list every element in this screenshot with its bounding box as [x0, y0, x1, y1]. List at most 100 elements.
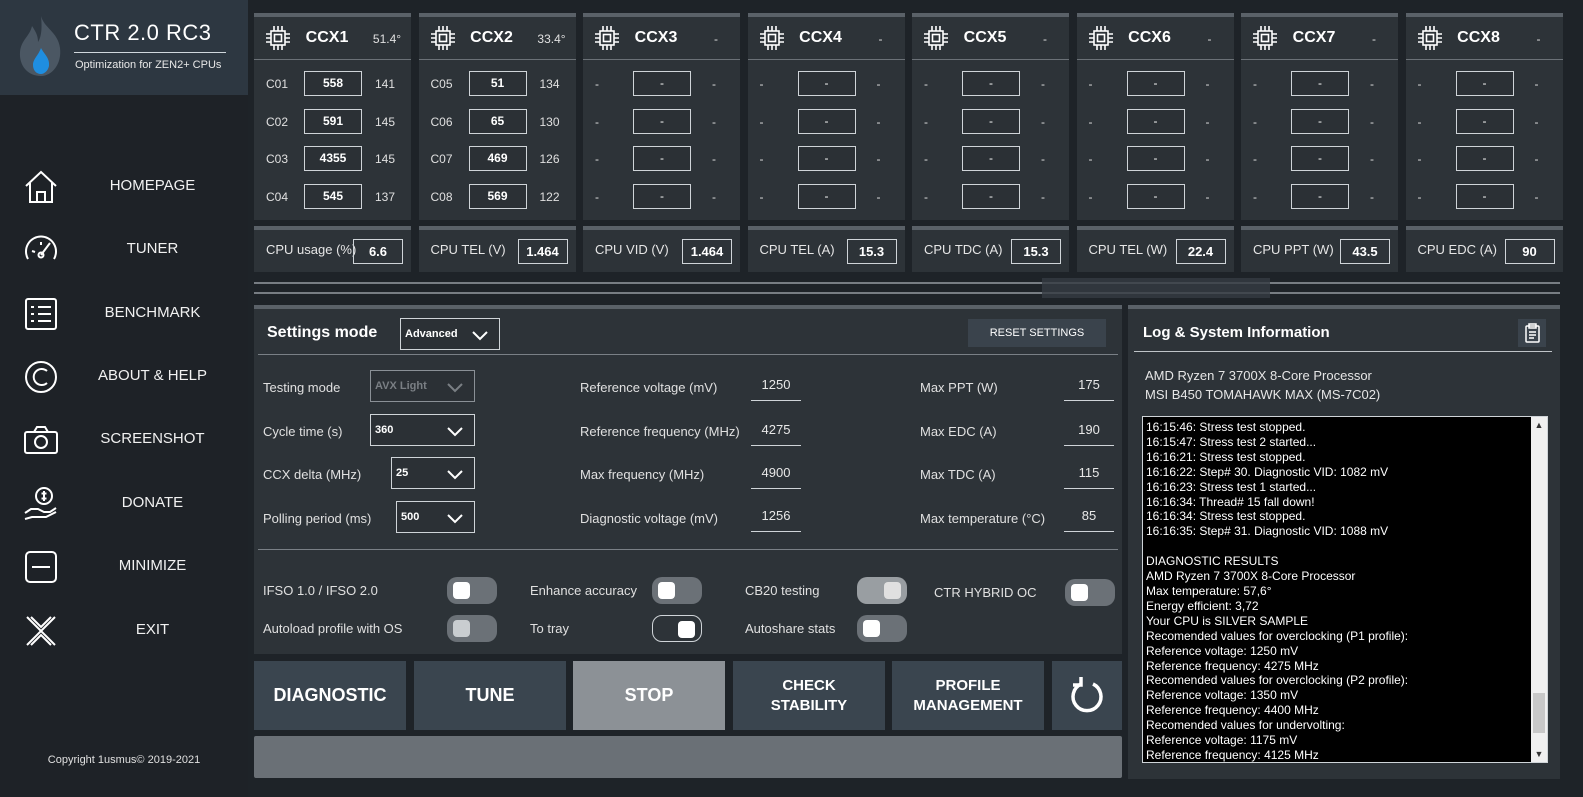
stat-value: 1.464 — [682, 239, 732, 264]
title-divider — [74, 52, 226, 53]
copy-log-button[interactable] — [1518, 319, 1546, 347]
cb20-testing-toggle[interactable] — [857, 577, 907, 604]
ccx-name: CCX4 — [799, 29, 842, 46]
nav-donate[interactable]: DONATE — [0, 475, 248, 531]
diagnostic-voltage-field[interactable]: 1256 — [751, 508, 801, 532]
core-label: - — [1253, 77, 1257, 91]
nav-label: BENCHMARK — [104, 304, 201, 321]
dropdown-value: AVX Light — [375, 380, 427, 392]
ccx-delta-label: CCX delta (MHz) — [263, 467, 362, 482]
scroll-thumb[interactable] — [1533, 693, 1545, 733]
nav-minimize[interactable]: MINIMIZE — [0, 538, 248, 594]
core-frequency-field: 65 — [468, 108, 527, 134]
core-label: - — [1253, 114, 1257, 129]
core-row: C03 4355 145 — [254, 146, 411, 172]
core-frequency-field: - — [1291, 146, 1349, 171]
core-row: --- — [748, 71, 905, 97]
max-ppt-field[interactable]: 175 — [1064, 377, 1114, 401]
settings-mode-dropdown[interactable]: Advanced — [400, 318, 500, 350]
tune-button[interactable]: TUNE — [414, 661, 566, 730]
dropdown-value: 25 — [396, 467, 409, 479]
core-label: - — [1088, 152, 1093, 166]
core-value: - — [712, 114, 716, 129]
stat-card: CPU usage (%) 6.6 — [254, 226, 411, 272]
ccx-name: CCX8 — [1457, 29, 1500, 46]
max-tdc-field[interactable]: 115 — [1064, 465, 1114, 489]
cycle-time-dropdown[interactable]: 360 — [370, 414, 475, 446]
nav-exit[interactable]: EXIT — [0, 602, 248, 658]
ccx-delta-dropdown[interactable]: 25 — [391, 457, 475, 489]
ccx-card-8: CCX8 - - - - - - - - - - - - - — [1405, 13, 1563, 220]
minimize-icon — [25, 551, 57, 583]
cb20-testing-label: CB20 testing — [745, 583, 820, 598]
ccx-header: CCX8 - — [1405, 17, 1563, 60]
stat-label: CPU VID (V) — [595, 242, 669, 257]
polling-period-dropdown[interactable]: 500 — [396, 501, 475, 533]
stop-button[interactable]: STOP — [573, 661, 725, 730]
core-value: - — [876, 77, 881, 91]
ccx-header: CCX3 - — [583, 17, 740, 60]
cpu-model-text: AMD Ryzen 7 3700X 8-Core Processor — [1145, 368, 1372, 383]
core-row: --- — [1406, 108, 1563, 135]
autoshare-stats-toggle[interactable] — [857, 615, 907, 642]
nav-screenshot[interactable]: SCREENSHOT — [0, 411, 248, 467]
ccx-header: CCX7 - — [1241, 17, 1398, 60]
core-value: 122 — [539, 189, 560, 204]
core-row: --- — [748, 108, 905, 135]
core-value: - — [1205, 152, 1210, 166]
stat-card: CPU TEL (A) 15.3 — [747, 226, 905, 272]
reset-settings-button[interactable]: RESET SETTINGS — [968, 319, 1106, 347]
core-frequency-field: - — [633, 71, 691, 96]
stat-label: CPU TEL (A) — [759, 242, 835, 257]
checklist-icon — [25, 298, 57, 330]
core-label: C04 — [266, 189, 289, 204]
testing-mode-dropdown[interactable]: AVX Light — [370, 370, 475, 402]
reference-frequency-field[interactable]: 4275 — [751, 422, 801, 446]
core-value: - — [1205, 77, 1210, 91]
toggle-knob — [658, 582, 675, 599]
autoload-profile-toggle[interactable] — [447, 615, 497, 642]
ccx-header: CCX4 - — [747, 17, 905, 60]
enhance-accuracy-toggle[interactable] — [652, 577, 702, 604]
reference-voltage-field[interactable]: 1250 — [751, 377, 801, 401]
nav-homepage[interactable]: HOMEPAGE — [0, 158, 248, 214]
log-scrollbar[interactable]: ▲ ▼ — [1531, 417, 1547, 762]
profile-management-button[interactable]: PROFILE MANAGEMENT — [892, 661, 1044, 730]
autoshare-stats-label: Autoshare stats — [745, 621, 836, 636]
ifso-toggle[interactable] — [447, 577, 497, 604]
ccx-card-2: CCX2 33.4° C05 51 134 C06 65 130 C07 469 126 C08 569… — [418, 13, 576, 220]
scroll-up-icon[interactable]: ▲ — [1531, 417, 1547, 433]
cpu-chip-icon — [1253, 26, 1277, 50]
diagnostic-button[interactable]: DIAGNOSTIC — [254, 661, 406, 730]
core-value: - — [1041, 189, 1045, 204]
ctr-hybrid-oc-toggle[interactable] — [1065, 579, 1115, 606]
core-row: --- — [1241, 146, 1398, 172]
core-label: C05 — [430, 77, 453, 91]
log-output[interactable]: 16:15:46: Stress test stopped. 16:15:47:… — [1142, 416, 1548, 763]
core-value: - — [1041, 77, 1045, 91]
nav-tuner[interactable]: TUNER — [0, 221, 248, 277]
ccx-temperature: - — [1372, 32, 1376, 46]
copyright-text: Copyright 1usmus© 2019-2021 — [47, 754, 201, 766]
max-temperature-field[interactable]: 85 — [1064, 508, 1114, 532]
core-value: 130 — [539, 114, 560, 129]
stat-label: CPU PPT (W) — [1253, 242, 1334, 257]
refresh-button[interactable] — [1052, 661, 1122, 730]
camera-icon — [24, 426, 58, 454]
core-frequency-field: - — [633, 108, 691, 134]
core-row: --- — [912, 183, 1069, 210]
nav-about-help[interactable]: ABOUT & HELP — [0, 348, 248, 404]
to-tray-toggle[interactable] — [652, 615, 702, 642]
core-row: C05 51 134 — [419, 71, 576, 97]
toggle-knob — [453, 620, 470, 637]
chevron-down-icon — [447, 514, 463, 524]
max-edc-field[interactable]: 190 — [1064, 422, 1114, 446]
check-stability-button[interactable]: CHECK STABILITY — [733, 661, 885, 730]
stat-value: 22.4 — [1175, 239, 1226, 264]
max-frequency-field[interactable]: 4900 — [751, 465, 801, 489]
core-row: --- — [1077, 183, 1234, 210]
nav-benchmark[interactable]: BENCHMARK — [0, 285, 248, 341]
core-value: - — [876, 189, 881, 204]
scroll-down-icon[interactable]: ▼ — [1531, 746, 1547, 762]
ccx-name: CCX3 — [634, 29, 678, 46]
